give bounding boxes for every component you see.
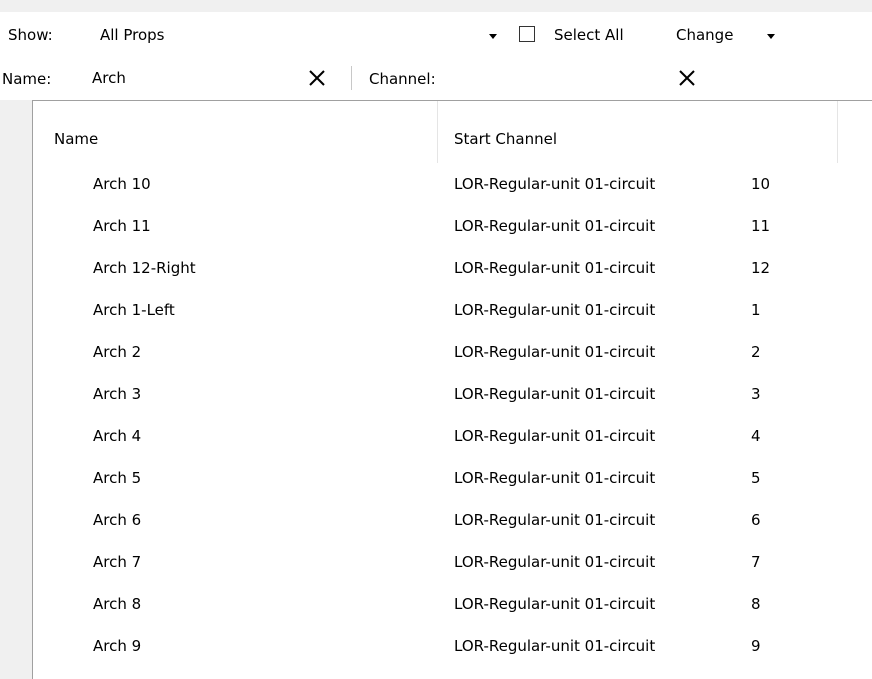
column-divider[interactable] <box>837 101 838 163</box>
circuit-number: 2 <box>751 343 761 361</box>
list-item[interactable]: Arch 7 LOR-Regular-unit 01-circuit 7 <box>33 545 872 587</box>
list-item[interactable]: Arch 11 LOR-Regular-unit 01-circuit 11 <box>33 209 872 251</box>
column-header-start-channel[interactable]: Start Channel <box>454 130 557 148</box>
circuit-number: 12 <box>751 259 771 277</box>
start-channel: LOR-Regular-unit 01-circuit <box>454 595 656 613</box>
channel-filter-label: Channel: <box>369 70 436 88</box>
circuit-number: 5 <box>751 469 761 487</box>
list-item[interactable]: Arch 10 LOR-Regular-unit 01-circuit 10 <box>33 167 872 209</box>
circuit-number: 3 <box>751 385 761 403</box>
show-label: Show: <box>8 26 53 44</box>
prop-name: Arch 8 <box>93 595 142 613</box>
start-channel: LOR-Regular-unit 01-circuit <box>454 553 656 571</box>
start-channel: LOR-Regular-unit 01-circuit <box>454 385 656 403</box>
list-item[interactable]: Arch 4 LOR-Regular-unit 01-circuit 4 <box>33 419 872 461</box>
start-channel: LOR-Regular-unit 01-circuit <box>454 343 656 361</box>
change-dropdown-button[interactable]: Change <box>672 22 782 48</box>
list-item[interactable]: Arch 12-Right LOR-Regular-unit 01-circui… <box>33 251 872 293</box>
name-filter-label: Name: <box>2 70 52 88</box>
column-divider[interactable] <box>437 101 438 163</box>
select-all-checkbox[interactable] <box>519 26 535 42</box>
close-icon <box>309 70 325 86</box>
circuit-number: 7 <box>751 553 761 571</box>
change-label: Change <box>676 26 734 44</box>
list-item[interactable]: Arch 2 LOR-Regular-unit 01-circuit 2 <box>33 335 872 377</box>
list-item[interactable]: Arch 8 LOR-Regular-unit 01-circuit 8 <box>33 587 872 629</box>
prop-name: Arch 12-Right <box>93 259 196 277</box>
list-item[interactable]: Arch 5 LOR-Regular-unit 01-circuit 5 <box>33 461 872 503</box>
list-rows: Arch 10 LOR-Regular-unit 01-circuit 10 A… <box>33 167 872 671</box>
circuit-number: 8 <box>751 595 761 613</box>
prop-name: Arch 3 <box>93 385 142 403</box>
circuit-number: 6 <box>751 511 761 529</box>
start-channel: LOR-Regular-unit 01-circuit <box>454 175 656 193</box>
clear-name-filter-button[interactable] <box>306 67 328 89</box>
top-strip <box>0 0 872 12</box>
toolbar-row: Show: All Props Select All Change <box>0 12 872 54</box>
prop-name: Arch 6 <box>93 511 142 529</box>
list-item[interactable]: Arch 6 LOR-Regular-unit 01-circuit 6 <box>33 503 872 545</box>
start-channel: LOR-Regular-unit 01-circuit <box>454 259 656 277</box>
start-channel: LOR-Regular-unit 01-circuit <box>454 511 656 529</box>
select-all-label[interactable]: Select All <box>554 25 624 45</box>
show-dropdown-value: All Props <box>100 26 165 44</box>
props-list[interactable]: Name Start Channel Arch 10 LOR-Regular-u… <box>32 100 872 679</box>
circuit-number: 1 <box>751 301 761 319</box>
circuit-number: 10 <box>751 175 771 193</box>
circuit-number: 11 <box>751 217 771 235</box>
prop-name: Arch 11 <box>93 217 151 235</box>
column-header-name[interactable]: Name <box>54 130 98 148</box>
props-panel: Show: All Props Select All Change Name: … <box>0 0 872 679</box>
prop-name: Arch 4 <box>93 427 142 445</box>
start-channel: LOR-Regular-unit 01-circuit <box>454 301 656 319</box>
list-item[interactable]: Arch 9 LOR-Regular-unit 01-circuit 9 <box>33 629 872 671</box>
prop-name: Arch 2 <box>93 343 142 361</box>
start-channel: LOR-Regular-unit 01-circuit <box>454 637 656 655</box>
start-channel: LOR-Regular-unit 01-circuit <box>454 217 656 235</box>
start-channel: LOR-Regular-unit 01-circuit <box>454 427 656 445</box>
show-dropdown[interactable]: All Props <box>92 22 512 48</box>
chevron-down-icon <box>489 34 497 39</box>
list-item[interactable]: Arch 1-Left LOR-Regular-unit 01-circuit … <box>33 293 872 335</box>
name-filter-input[interactable] <box>88 64 300 92</box>
close-icon <box>679 70 695 86</box>
clear-channel-filter-button[interactable] <box>676 67 698 89</box>
prop-name: Arch 9 <box>93 637 142 655</box>
prop-name: Arch 1-Left <box>93 301 175 319</box>
circuit-number: 4 <box>751 427 761 445</box>
prop-name: Arch 7 <box>93 553 142 571</box>
list-item[interactable]: Arch 3 LOR-Regular-unit 01-circuit 3 <box>33 377 872 419</box>
start-channel: LOR-Regular-unit 01-circuit <box>454 469 656 487</box>
circuit-number: 9 <box>751 637 761 655</box>
channel-filter-input[interactable] <box>466 64 670 94</box>
filter-row: Name: Channel: <box>0 54 872 100</box>
list-header: Name Start Channel <box>33 101 872 163</box>
left-margin <box>0 100 32 679</box>
prop-name: Arch 5 <box>93 469 142 487</box>
chevron-down-icon <box>767 34 775 39</box>
filter-separator <box>351 66 352 90</box>
prop-name: Arch 10 <box>93 175 151 193</box>
